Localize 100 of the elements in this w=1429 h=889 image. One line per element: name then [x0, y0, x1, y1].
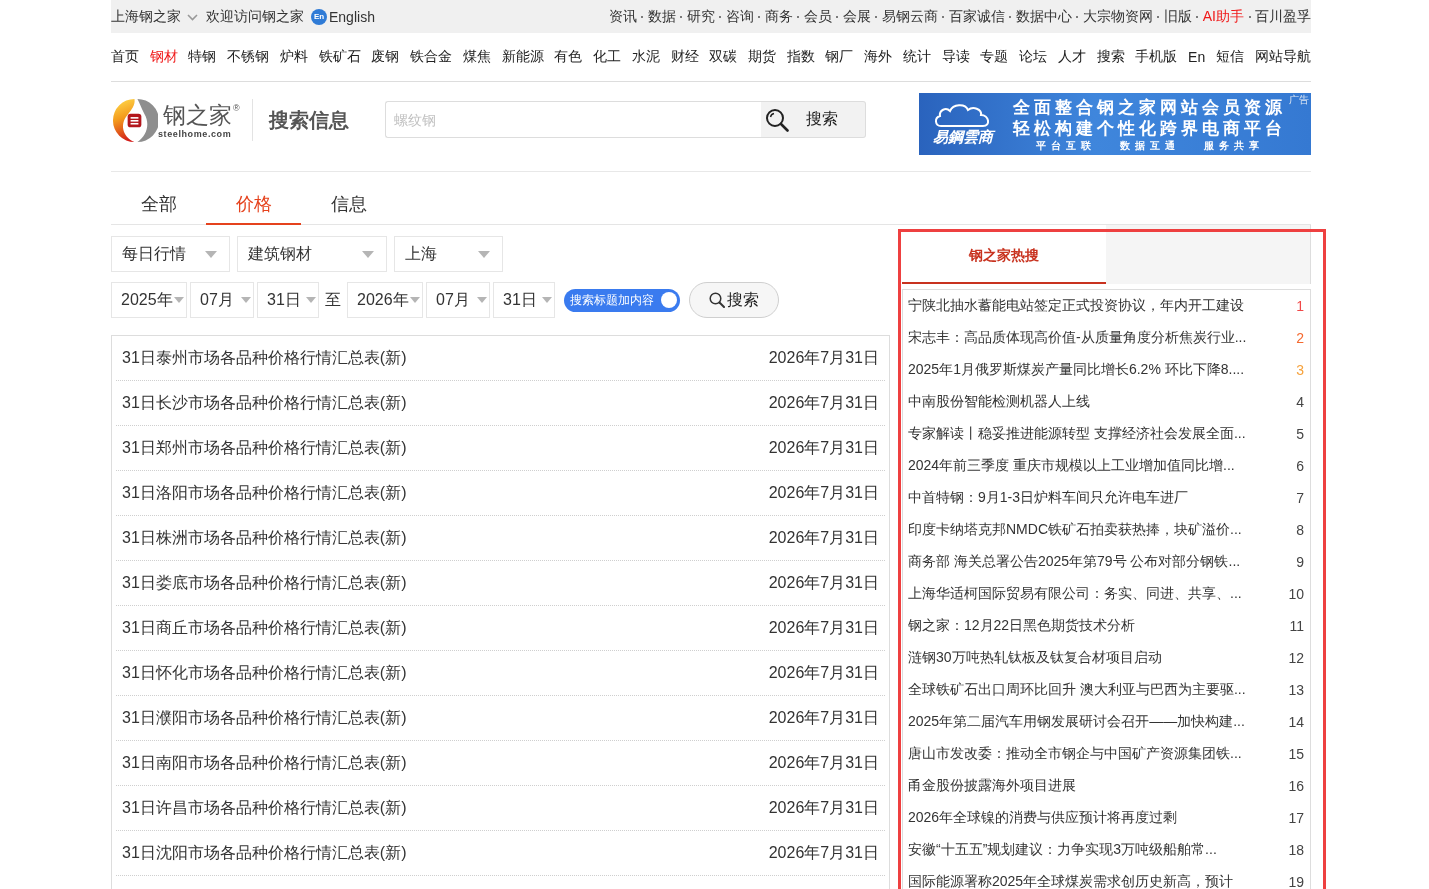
nav-link[interactable]: 新能源: [501, 48, 544, 66]
logo-emblem-icon[interactable]: [111, 97, 158, 144]
nav-link[interactable]: 钢材: [149, 48, 178, 66]
hot-search-link[interactable]: 2024年前三季度 重庆市规模以上工业增加值同比增...: [908, 457, 1235, 475]
top-link[interactable]: 研究: [686, 7, 715, 26]
english-link[interactable]: English: [329, 8, 375, 25]
hot-search-link[interactable]: 宁陕北抽水蓄能电站签定正式投资协议，年内开工建设: [908, 297, 1244, 315]
search-button[interactable]: 搜索: [689, 282, 779, 318]
filter-dropdown[interactable]: 建筑钢材: [237, 236, 387, 272]
nav-link[interactable]: 专题: [980, 48, 1009, 66]
date-select[interactable]: 2025年: [111, 282, 187, 318]
nav-link[interactable]: 论坛: [1019, 48, 1048, 66]
top-link[interactable]: 数据: [647, 7, 676, 26]
filter-dropdown[interactable]: 上海: [394, 236, 503, 272]
top-link[interactable]: 咨询: [725, 7, 754, 26]
caret-down-icon: [362, 250, 374, 258]
nav-link[interactable]: 特钢: [188, 48, 217, 66]
hot-search-link[interactable]: 专家解读丨稳妥推进能源转型 支撑经济社会发展全面...: [908, 425, 1246, 443]
top-link[interactable]: 会员: [803, 7, 832, 26]
result-title-link[interactable]: 31日娄底市场各品种价格行情汇总表(新): [122, 572, 407, 594]
hot-search-link[interactable]: 2025年第二届汽车用钢发展研讨会召开——加快构建...: [908, 713, 1245, 731]
nav-link[interactable]: 统计: [902, 48, 931, 66]
hot-search-tab[interactable]: 钢之家热搜: [902, 225, 1106, 284]
hot-search-link[interactable]: 全球铁矿石出口周环比回升 澳大利亚与巴西为主要驱...: [908, 681, 1246, 699]
rank-number: 19: [1287, 874, 1304, 889]
hot-search-link[interactable]: 中南股份智能检测机器人上线: [908, 393, 1090, 411]
result-title-link[interactable]: 31日商丘市场各品种价格行情汇总表(新): [122, 617, 407, 639]
nav-link[interactable]: 铁合金: [410, 48, 453, 66]
date-select[interactable]: 07月: [190, 282, 254, 318]
nav-link[interactable]: 短信: [1215, 48, 1244, 66]
result-title-link[interactable]: 31日南阳市场各品种价格行情汇总表(新): [122, 752, 407, 774]
nav-link[interactable]: 化工: [593, 48, 622, 66]
caret-down-icon: [306, 297, 316, 303]
hot-search-link[interactable]: 国际能源署称2025年全球煤炭需求创历史新高，预计: [908, 873, 1234, 889]
result-title-link[interactable]: 31日郑州市场各品种价格行情汇总表(新): [122, 437, 407, 459]
category-tab[interactable]: 全部: [111, 185, 206, 225]
logo-domain[interactable]: steelhome.com: [158, 127, 240, 140]
language-badge[interactable]: En: [311, 8, 327, 25]
hot-search-link[interactable]: 涟钢30万吨热轧钛板及钛复合材项目启动: [908, 649, 1162, 667]
nav-link[interactable]: 指数: [786, 48, 815, 66]
nav-link[interactable]: 炉料: [279, 48, 308, 66]
date-select[interactable]: 31日: [257, 282, 319, 318]
top-link[interactable]: 商务: [764, 7, 793, 26]
nav-link[interactable]: 煤焦: [462, 48, 491, 66]
nav-link[interactable]: 水泥: [631, 48, 660, 66]
ad-banner[interactable]: 易鋼雲商 全面整合钢之家网站会员资源 轻松构建个性化跨界电商平台 平台互联 数据互通 服务共享 广告: [919, 93, 1311, 155]
result-title-link[interactable]: 31日洛阳市场各品种价格行情汇总表(新): [122, 482, 407, 504]
result-title-link[interactable]: 31日长沙市场各品种价格行情汇总表(新): [122, 392, 407, 414]
nav-link[interactable]: 人才: [1057, 48, 1086, 66]
result-title-link[interactable]: 31日许昌市场各品种价格行情汇总表(新): [122, 797, 407, 819]
category-tab[interactable]: 信息: [301, 185, 396, 225]
city-site-link[interactable]: 上海钢之家: [111, 7, 181, 26]
hot-search-link[interactable]: 安徽“十五五”规划建议：力争实现3万吨级船舶常...: [908, 841, 1217, 859]
nav-link[interactable]: 海外: [864, 48, 893, 66]
hot-search-link[interactable]: 钢之家：12月22日黑色期货技术分析: [908, 617, 1136, 635]
result-title-link[interactable]: 31日株洲市场各品种价格行情汇总表(新): [122, 527, 407, 549]
result-title-link[interactable]: 31日怀化市场各品种价格行情汇总表(新): [122, 662, 407, 684]
nav-link[interactable]: 网站导航: [1254, 48, 1311, 66]
date-select[interactable]: 31日: [493, 282, 555, 318]
hot-search-link[interactable]: 2025年1月俄罗斯煤炭产量同比增长6.2% 环比下降8....: [908, 361, 1245, 379]
nav-link[interactable]: 搜索: [1096, 48, 1125, 66]
logo-title[interactable]: 钢之家$^{®}$: [163, 101, 240, 128]
nav-link[interactable]: 双碳: [709, 48, 738, 66]
hot-search-link[interactable]: 2026年全球镍的消费与供应预计将再度过剩: [908, 809, 1178, 827]
category-tab[interactable]: 价格: [206, 185, 301, 225]
result-title-link[interactable]: 31日濮阳市场各品种价格行情汇总表(新): [122, 707, 407, 729]
nav-link[interactable]: 铁矿石: [318, 48, 361, 66]
nav-link[interactable]: 首页: [111, 48, 139, 66]
top-link[interactable]: 百家诚信: [948, 7, 1005, 26]
hot-search-link[interactable]: 中首特钢：9月1-3日炉料车间只允许电车进厂: [908, 489, 1189, 507]
top-link[interactable]: 易钢云商: [881, 7, 938, 26]
date-select[interactable]: 2026年: [347, 282, 423, 318]
nav-link[interactable]: 手机版: [1135, 48, 1178, 66]
top-link[interactable]: 会展: [842, 7, 871, 26]
nav-link[interactable]: 有色: [554, 48, 583, 66]
rank-number: 8: [1295, 522, 1304, 538]
nav-link[interactable]: 财经: [670, 48, 699, 66]
top-link[interactable]: 数据中心: [1015, 7, 1072, 26]
nav-link[interactable]: En: [1188, 49, 1206, 65]
top-link[interactable]: 旧版: [1163, 7, 1192, 26]
top-link[interactable]: AI助手: [1202, 7, 1244, 26]
nav-link[interactable]: 不锈钢: [227, 48, 270, 66]
nav-link[interactable]: 废钢: [371, 48, 400, 66]
hot-search-link[interactable]: 印度卡纳塔克邦NMDC铁矿石拍卖获热捧，块矿溢价...: [908, 521, 1242, 539]
top-link[interactable]: 资讯: [608, 7, 637, 26]
hot-search-link[interactable]: 宋志丰：高品质体现高价值-从质量角度分析焦炭行业...: [908, 329, 1247, 347]
result-title-link[interactable]: 31日沈阳市场各品种价格行情汇总表(新): [122, 842, 407, 864]
hot-search-link[interactable]: 唐山市发改委：推动全市钢企与中国矿产资源集团铁...: [908, 745, 1242, 763]
result-title-link[interactable]: 31日泰州市场各品种价格行情汇总表(新): [122, 347, 407, 369]
filter-dropdown[interactable]: 每日行情: [111, 236, 230, 272]
hot-search-link[interactable]: 甬金股份披露海外项目进展: [908, 777, 1076, 795]
top-link[interactable]: 百川盈孚: [1255, 7, 1311, 26]
hot-search-link[interactable]: 商务部 海关总署公告2025年第79号 公布对部分钢铁...: [908, 553, 1241, 571]
search-content-toggle[interactable]: 搜索标题加内容: [564, 288, 680, 312]
date-select[interactable]: 07月: [426, 282, 490, 318]
hot-search-link[interactable]: 上海华适柯国际贸易有限公司：务实、同进、共享、...: [908, 585, 1242, 603]
nav-link[interactable]: 钢厂: [825, 48, 854, 66]
nav-link[interactable]: 期货: [748, 48, 776, 66]
top-link[interactable]: 大宗物资网: [1082, 7, 1153, 26]
nav-link[interactable]: 导读: [941, 48, 970, 66]
